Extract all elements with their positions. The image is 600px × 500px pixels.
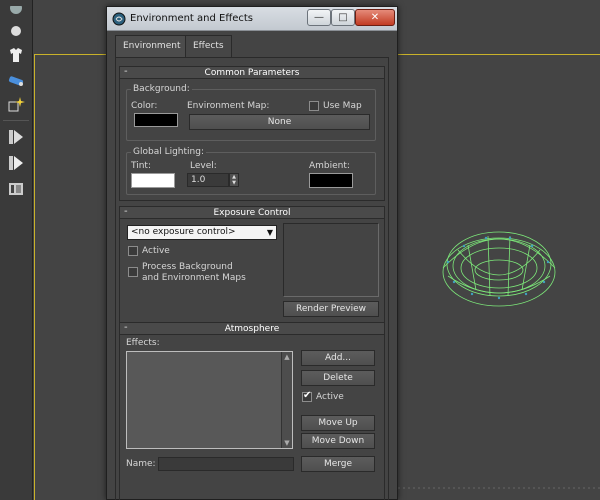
- environment-map-label: Environment Map:: [187, 101, 270, 111]
- merge-button[interactable]: Merge: [301, 456, 375, 472]
- process-background-checkbox[interactable]: [128, 267, 138, 277]
- level-spinner[interactable]: ▲ ▼: [229, 173, 239, 187]
- name-label: Name:: [126, 459, 156, 469]
- level-input[interactable]: 1.0: [187, 173, 229, 187]
- background-group: Background: Color: Environment Map: Use …: [126, 84, 376, 141]
- delete-button[interactable]: Delete: [301, 370, 375, 386]
- rollout-title: Atmosphere: [224, 324, 280, 334]
- move-up-button[interactable]: Move Up: [301, 415, 375, 431]
- process-background-label-line2: and Environment Maps: [142, 273, 246, 283]
- paint-icon[interactable]: [4, 70, 28, 92]
- tint-label: Tint:: [131, 161, 151, 171]
- tab-content: - Common Parameters Background: Color: E…: [115, 57, 389, 500]
- move-down-button[interactable]: Move Down: [301, 433, 375, 449]
- common-parameters-body: Background: Color: Environment Map: Use …: [119, 79, 385, 201]
- shirt-icon[interactable]: [4, 44, 28, 66]
- ambient-label: Ambient:: [309, 161, 350, 171]
- play-icon[interactable]: [4, 152, 28, 174]
- dialog-title: Environment and Effects: [130, 13, 254, 24]
- dialog-titlebar[interactable]: Environment and Effects — □ ✕: [107, 7, 397, 31]
- chevron-down-icon: ▼: [266, 228, 273, 237]
- atmosphere-active-checkbox[interactable]: [302, 390, 312, 402]
- tab-environment[interactable]: Environment: [115, 35, 189, 57]
- exposure-active-checkbox[interactable]: [128, 246, 138, 256]
- sparkle-icon[interactable]: [4, 94, 28, 116]
- atmosphere-body: Effects: ▲ ▼ Add... Delete Active Move U…: [119, 335, 385, 500]
- atmosphere-active-label: Active: [316, 392, 344, 402]
- film-icon[interactable]: [4, 178, 28, 200]
- effects-scrollbar[interactable]: ▲ ▼: [281, 352, 292, 448]
- exposure-active-label: Active: [142, 246, 170, 256]
- dropdown-value: <no exposure control>: [131, 227, 236, 237]
- exposure-preview-box: [283, 223, 379, 297]
- tint-color-swatch[interactable]: [131, 173, 175, 188]
- scroll-down-icon[interactable]: ▼: [282, 439, 292, 447]
- background-color-swatch[interactable]: [134, 113, 178, 127]
- add-button[interactable]: Add...: [301, 350, 375, 366]
- viewport-right[interactable]: [398, 0, 600, 500]
- effects-label: Effects:: [126, 338, 160, 348]
- ambient-color-swatch[interactable]: [309, 173, 353, 188]
- rollout-title: Exposure Control: [213, 208, 291, 218]
- close-button[interactable]: ✕: [355, 9, 395, 26]
- common-parameters-header[interactable]: - Common Parameters: [119, 66, 385, 79]
- key-frame-icon[interactable]: [4, 126, 28, 148]
- atmosphere-header[interactable]: - Atmosphere: [119, 322, 385, 335]
- process-background-label: Process Background: [142, 262, 233, 272]
- global-lighting-label: Global Lighting:: [131, 147, 206, 157]
- minimize-button[interactable]: —: [307, 9, 331, 26]
- exposure-control-dropdown[interactable]: <no exposure control> ▼: [127, 225, 277, 240]
- color-label: Color:: [131, 101, 158, 111]
- exposure-control-header[interactable]: - Exposure Control: [119, 206, 385, 219]
- viewport-left[interactable]: [34, 0, 106, 500]
- name-input[interactable]: [158, 457, 294, 471]
- environment-effects-dialog: Environment and Effects — □ ✕ Environmen…: [106, 6, 398, 500]
- maximize-button[interactable]: □: [331, 9, 355, 26]
- sphere-icon[interactable]: [4, 20, 28, 42]
- tab-effects[interactable]: Effects: [185, 35, 232, 57]
- rollout-title: Common Parameters: [204, 68, 300, 78]
- global-lighting-group: Global Lighting: Tint: Level: 1.0 ▲ ▼ Amb…: [126, 147, 376, 195]
- sphere-icon[interactable]: [4, 0, 28, 22]
- torus-object[interactable]: [398, 0, 600, 500]
- render-preview-button[interactable]: Render Preview: [283, 301, 379, 317]
- use-map-label: Use Map: [323, 101, 362, 111]
- exposure-control-body: <no exposure control> ▼ Active Process B…: [119, 219, 385, 323]
- effects-listbox[interactable]: ▲ ▼: [126, 351, 293, 449]
- use-map-checkbox[interactable]: [309, 101, 319, 111]
- environment-map-button[interactable]: None: [189, 114, 370, 130]
- level-label: Level:: [190, 161, 217, 171]
- background-label: Background:: [131, 84, 192, 94]
- left-toolbar: [0, 0, 33, 500]
- scroll-up-icon[interactable]: ▲: [282, 353, 292, 361]
- app-icon: [112, 12, 126, 26]
